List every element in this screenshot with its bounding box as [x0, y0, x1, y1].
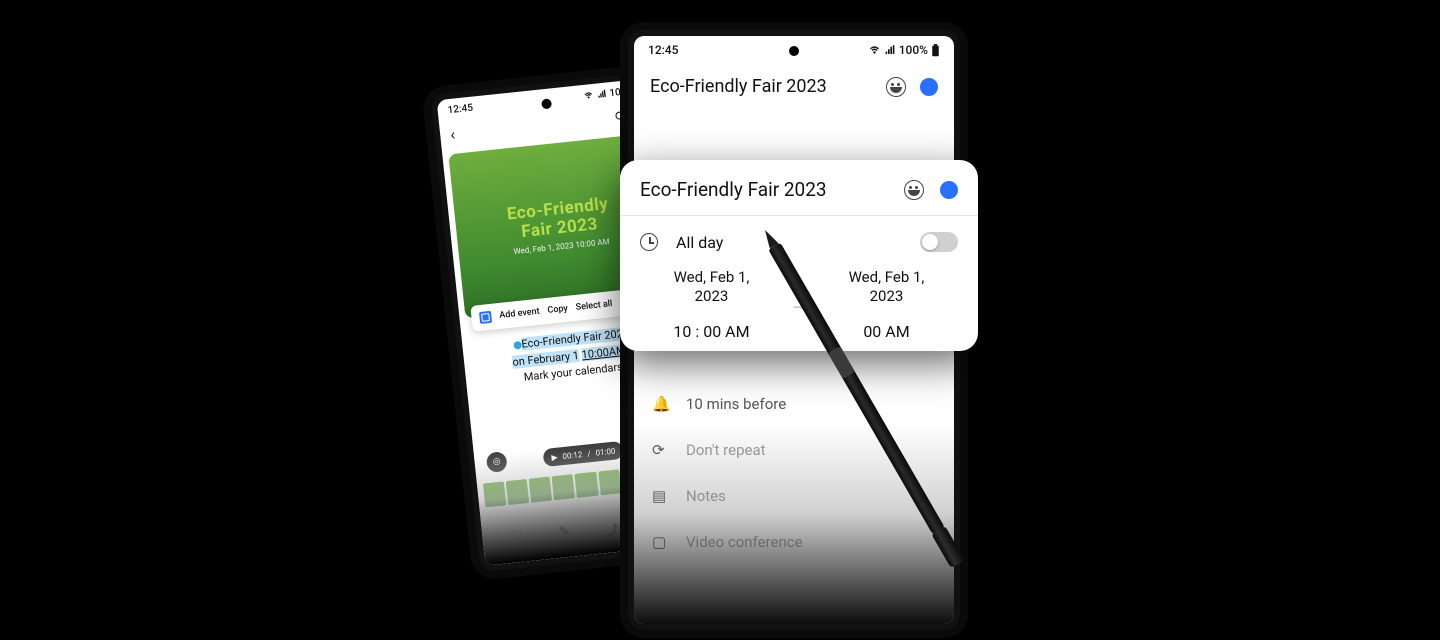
sticker-icon[interactable] — [904, 180, 924, 200]
wifi-icon — [868, 44, 881, 56]
menu-copy[interactable]: Copy — [547, 304, 568, 316]
notes-label: Notes — [686, 487, 726, 505]
all-day-row: All day — [620, 216, 978, 262]
popup-title[interactable]: Eco-Friendly Fair 2023 — [640, 178, 827, 201]
video-title: Eco-Friendly Fair 2023 — [506, 195, 611, 243]
wifi-icon — [582, 90, 594, 101]
play-icon[interactable]: ▶ — [551, 452, 558, 462]
bell-icon: 🔔 — [652, 395, 670, 413]
sync-icon[interactable]: ⟳ — [614, 109, 626, 125]
calendar-color-dot[interactable] — [920, 78, 938, 96]
start-time[interactable]: 10 : 00 AM — [636, 322, 787, 341]
event-title[interactable]: Eco-Friendly Fair 2023 — [650, 76, 827, 97]
status-battery: 100% — [899, 43, 928, 57]
video-scrubber[interactable]: ▶ 00:12 / 01:00 — [542, 441, 624, 467]
all-day-toggle[interactable] — [920, 232, 958, 252]
start-column[interactable]: Wed, Feb 1,2023 10 : 00 AM — [636, 268, 787, 341]
menu-select-all[interactable]: Select all — [575, 299, 613, 313]
video-conf-row[interactable]: ▢ Video conference — [634, 519, 954, 565]
caption-line2b: 10:00AM — [581, 343, 626, 361]
battery-icon — [931, 44, 940, 57]
video-label: Video conference — [686, 533, 803, 551]
back-button[interactable]: ‹ — [449, 125, 456, 144]
notes-icon: ▤ — [652, 487, 670, 505]
event-edit-popup: Eco-Friendly Fair 2023 All day Wed, Feb … — [620, 160, 978, 351]
reminder-label: 10 mins before — [686, 395, 786, 413]
camera-hole-icon — [789, 46, 799, 56]
status-time: 12:45 — [648, 43, 678, 57]
calendar-color-dot[interactable] — [940, 181, 958, 199]
repeat-label: Don't repeat — [686, 441, 766, 459]
player-dur: 01:00 — [595, 446, 616, 457]
share-icon[interactable]: ⤴ — [605, 519, 620, 539]
popup-title-row: Eco-Friendly Fair 2023 — [620, 160, 978, 216]
video-icon: ▢ — [652, 533, 670, 551]
favorite-icon[interactable]: ♡ — [510, 529, 524, 549]
status-time: 12:45 — [447, 102, 473, 116]
signal-icon — [884, 44, 896, 56]
clock-icon — [640, 233, 658, 251]
capture-fab[interactable]: ◎ — [486, 451, 508, 473]
event-title-row: Eco-Friendly Fair 2023 — [634, 64, 954, 111]
signal-icon — [596, 89, 607, 100]
status-right: 100% — [868, 43, 940, 57]
player-pos: 00:12 — [562, 450, 583, 461]
sticker-icon[interactable] — [886, 77, 906, 97]
edit-icon[interactable]: ✎ — [558, 524, 571, 544]
repeat-icon: ⟳ — [652, 441, 670, 459]
calendar-icon — [479, 311, 492, 324]
end-column[interactable]: Wed, Feb 1,2023 00 AM — [811, 268, 962, 341]
menu-add-event[interactable]: Add event — [499, 307, 540, 321]
reminder-row[interactable]: 🔔 10 mins before — [634, 381, 954, 427]
all-day-label: All day — [676, 233, 920, 252]
